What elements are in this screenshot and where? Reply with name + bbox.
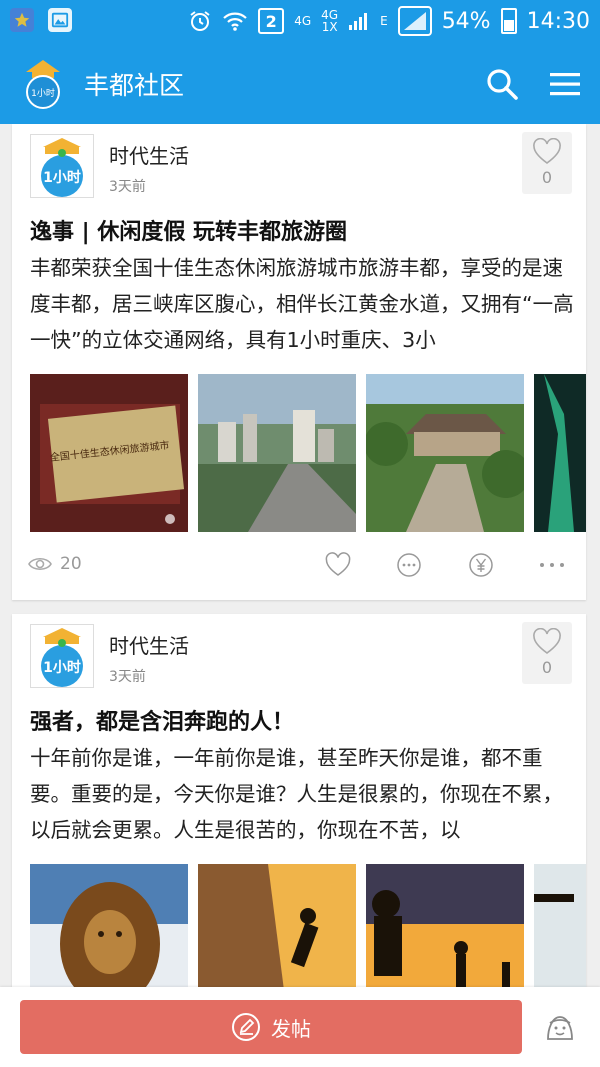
view-count: 20: [28, 554, 82, 574]
post-time: 3天前: [109, 179, 146, 195]
wifi-icon: [223, 12, 247, 31]
sim2-badge: 2: [258, 8, 285, 34]
post-actions: 20: [12, 544, 586, 588]
post-excerpt[interactable]: 丰都荣获全国十佳生态休闲旅游城市旅游丰都，享受的是速度丰都，居三峡库区腹心，相伴…: [30, 250, 578, 362]
post-image-cave[interactable]: [534, 374, 586, 532]
signal-box-icon: [397, 6, 432, 36]
author-avatar[interactable]: 1小时: [30, 624, 94, 688]
post-card[interactable]: 1小时 时代生活 3天前 0 强者，都是含泪奔跑的人！ 十年前你是谁，一年前你是…: [12, 614, 586, 1014]
post-card[interactable]: 1小时 时代生活 3天前 0 逸事 | 休闲度假 玩转丰都旅游圈 丰都荣获全国十…: [12, 124, 586, 600]
view-count-value: 20: [60, 554, 82, 574]
svg-text:1小时: 1小时: [43, 169, 81, 186]
eye-icon: [28, 557, 52, 571]
like-heart-icon[interactable]: [325, 552, 351, 578]
like-count: 0: [541, 658, 553, 677]
author-name[interactable]: 时代生活: [109, 630, 189, 659]
battery-icon: [500, 8, 517, 34]
app-bar: 1小时 丰都社区: [0, 44, 600, 124]
author-name[interactable]: 时代生活: [109, 140, 189, 169]
app-logo-icon[interactable]: 1小时: [24, 58, 62, 110]
post-excerpt[interactable]: 十年前你是谁，一年前你是谁，甚至昨天你是谁，都不重要。重要的是，今天你是谁？人生…: [30, 740, 578, 852]
signal-icon: [349, 13, 368, 30]
post-image-city[interactable]: [198, 374, 356, 532]
post-image-plaque[interactable]: 全国十佳生态休闲旅游城市: [30, 374, 188, 532]
menu-icon[interactable]: [548, 66, 582, 102]
post-title[interactable]: 强者，都是含泪奔跑的人！: [30, 704, 294, 736]
like-count: 0: [541, 168, 553, 187]
new-post-button[interactable]: 发帖: [20, 1000, 522, 1054]
reward-yuan-icon[interactable]: [468, 552, 494, 578]
comment-icon[interactable]: [396, 552, 422, 578]
like-button[interactable]: 0: [522, 132, 572, 194]
app-title: 丰都社区: [84, 71, 185, 100]
network-e-label: E: [380, 14, 388, 28]
clock: 14:30: [526, 8, 590, 34]
battery-percent: 54%: [441, 8, 491, 34]
svg-text:1小时: 1小时: [31, 87, 55, 99]
gallery-icon: [48, 8, 72, 32]
heart-icon: [533, 627, 561, 654]
status-bar: 2 4G 4G 1X E 54% 14:30: [0, 0, 600, 44]
author-avatar[interactable]: 1小时: [30, 134, 94, 198]
network-4g-1x-label: 4G 1X: [321, 8, 339, 34]
post-time: 3天前: [109, 669, 146, 685]
bottom-bar: 发帖: [0, 987, 600, 1067]
heart-icon: [533, 137, 561, 164]
alarm-icon: [190, 11, 210, 31]
star-badge-icon: [10, 8, 34, 32]
network-4g-label: 4G: [294, 14, 312, 28]
new-post-label: 发帖: [271, 1016, 311, 1041]
post-image-ancient-town[interactable]: [366, 374, 524, 532]
svg-text:1小时: 1小时: [43, 659, 81, 676]
search-icon[interactable]: [484, 66, 520, 102]
post-title[interactable]: 逸事 | 休闲度假 玩转丰都旅游圈: [30, 214, 347, 246]
user-face-icon[interactable]: [542, 1009, 578, 1045]
more-icon[interactable]: [538, 552, 566, 578]
image-strip: 全国十佳生态休闲旅游城市: [30, 374, 586, 532]
like-button[interactable]: 0: [522, 622, 572, 684]
edit-icon: [232, 1013, 260, 1041]
